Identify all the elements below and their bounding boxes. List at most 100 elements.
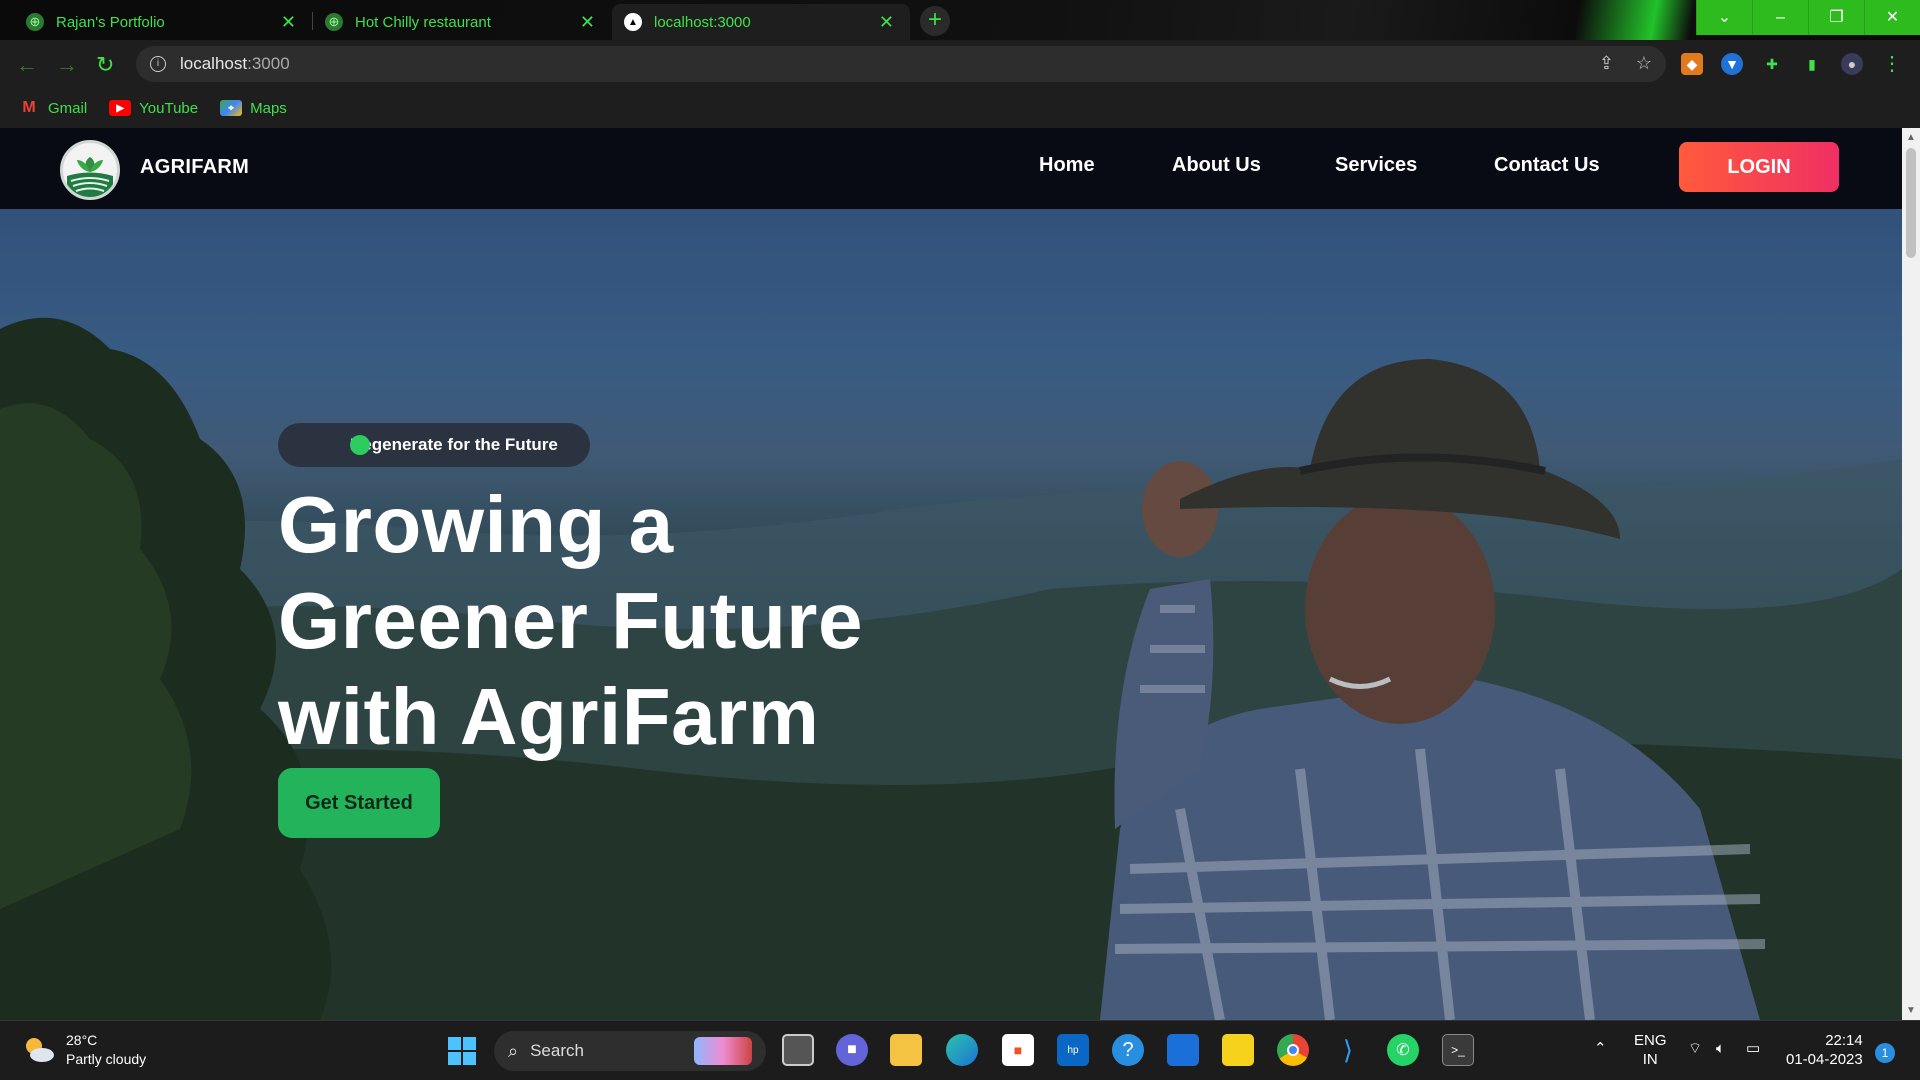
bookmark-star-icon[interactable]: ☆ — [1636, 53, 1652, 74]
clock[interactable]: 22:14 01-04-2023 — [1786, 1031, 1863, 1069]
hero-headline: Growing a Greener Future with AgriFarm — [278, 477, 978, 765]
lang-region: IN — [1642, 1051, 1658, 1068]
tab-title: localhost:3000 — [654, 13, 751, 31]
close-icon[interactable]: ✕ — [580, 12, 595, 33]
weather-desc: Partly cloudy — [66, 1051, 147, 1067]
headline-line-3: with AgriFarm — [278, 672, 820, 761]
nextjs-icon: ▲ — [624, 13, 642, 31]
weather-temp: 28°C — [66, 1032, 98, 1048]
back-icon[interactable]: ← — [16, 52, 38, 78]
myhp-icon[interactable]: hp — [1057, 1034, 1089, 1066]
close-window-icon[interactable]: ✕ — [1864, 0, 1920, 35]
browser-toolbar: ← → ↻ i localhost:3000 ⇪ ☆ ◆ ▼ ✚ ▮ ● ⋮ — [0, 40, 1920, 88]
partly-cloudy-icon — [26, 1038, 54, 1062]
bookmark-youtube[interactable]: ▶ YouTube — [109, 100, 198, 117]
headline-line-1: Growing a — [278, 480, 674, 569]
search-label: Search — [530, 1041, 584, 1060]
lang-code: ENG — [1634, 1032, 1667, 1049]
share-icon[interactable]: ⇪ — [1599, 53, 1614, 74]
search-icon: ⌕ — [508, 1040, 519, 1061]
bookmark-maps[interactable]: ⌖ Maps — [220, 100, 287, 117]
scroll-up-icon[interactable]: ▲ — [1906, 132, 1916, 143]
whatsapp-icon[interactable]: ✆ — [1387, 1034, 1419, 1066]
bookmark-gmail[interactable]: M Gmail — [18, 99, 88, 117]
vscode-icon[interactable]: ⟩ — [1332, 1034, 1364, 1066]
login-button[interactable]: LOGIN — [1679, 142, 1839, 192]
get-started-button[interactable]: Get Started — [278, 768, 440, 838]
terminal-icon[interactable]: >_ — [1442, 1034, 1474, 1066]
tab-search-icon[interactable]: ⌄ — [1696, 0, 1752, 35]
vpn-extension-icon[interactable]: ▼ — [1721, 53, 1743, 75]
page-scrollbar[interactable]: ▲ ▼ — [1902, 128, 1920, 1020]
url-text[interactable]: localhost:3000 — [180, 54, 290, 74]
bookmark-label: Maps — [250, 99, 287, 117]
tab-title: Rajan's Portfolio — [56, 13, 165, 31]
search-highlight-icon — [694, 1037, 752, 1065]
clock-time: 22:14 — [1825, 1032, 1863, 1049]
bookmark-label: YouTube — [139, 99, 199, 117]
bookmarks-bar: M Gmail ▶ YouTube ⌖ Maps — [0, 88, 1920, 128]
windows-start-icon[interactable] — [446, 1035, 478, 1067]
battery-icon[interactable]: ▭ — [1746, 1039, 1760, 1058]
edge-icon[interactable] — [946, 1034, 978, 1066]
bookmark-label: Gmail — [48, 99, 88, 117]
wifi-icon[interactable]: ⌔ — [1688, 1039, 1702, 1058]
nav-contact-us[interactable]: Contact Us — [1494, 154, 1600, 177]
metamask-icon[interactable]: ◆ — [1681, 53, 1703, 75]
minimize-icon[interactable]: – — [1752, 0, 1808, 35]
microsoft-store-icon[interactable]: ■ — [1002, 1034, 1034, 1066]
chrome-icon[interactable] — [1277, 1034, 1309, 1066]
nav-services[interactable]: Services — [1335, 154, 1417, 177]
leaf-logo-icon — [67, 157, 113, 197]
taskbar-search[interactable]: ⌕ Search — [494, 1031, 766, 1071]
file-explorer-icon[interactable] — [890, 1034, 922, 1066]
nav-home[interactable]: Home — [1039, 154, 1095, 177]
badge-dot — [350, 435, 370, 455]
nav-about-us[interactable]: About Us — [1172, 154, 1261, 177]
globe-icon: ⊕ — [325, 13, 343, 31]
windows-taskbar: 28°C Partly cloudy ⌕ Search ■ ■ hp ? ⟩ ✆… — [0, 1020, 1920, 1080]
forward-icon[interactable]: → — [56, 52, 78, 78]
close-icon[interactable]: ✕ — [879, 12, 894, 33]
tray-overflow-icon[interactable]: ⌃ — [1594, 1039, 1607, 1058]
gmail-icon: M — [22, 99, 36, 116]
close-icon[interactable]: ✕ — [281, 12, 296, 33]
site-info-icon[interactable]: i — [150, 56, 166, 72]
hero-badge: Regenerate for the Future — [278, 423, 590, 467]
scrollbar-thumb[interactable] — [1906, 148, 1916, 258]
tab-portfolio[interactable]: ⊕ Rajan's Portfolio ✕ — [14, 4, 312, 40]
tab-restaurant[interactable]: ⊕ Hot Chilly restaurant ✕ — [313, 4, 611, 40]
brand-name[interactable]: AGRIFARM — [140, 156, 249, 179]
globe-icon: ⊕ — [26, 13, 44, 31]
side-panel-icon[interactable]: ▮ — [1801, 53, 1823, 75]
sticky-notes-icon[interactable] — [1222, 1034, 1254, 1066]
page-viewport: AGRIFARM Home About Us Services Contact … — [0, 128, 1902, 1020]
clock-date: 01-04-2023 — [1786, 1051, 1863, 1068]
teams-chat-icon[interactable]: ■ — [836, 1034, 868, 1066]
address-bar[interactable]: i localhost:3000 ⇪ ☆ — [136, 46, 1666, 82]
extensions-puzzle-icon[interactable]: ✚ — [1761, 53, 1783, 75]
reload-icon[interactable]: ↻ — [96, 52, 114, 78]
task-view-icon[interactable] — [782, 1034, 814, 1066]
headline-line-2: Greener Future — [278, 576, 863, 665]
profile-avatar[interactable]: ● — [1841, 53, 1863, 75]
restore-icon[interactable]: ❐ — [1808, 0, 1864, 35]
tab-title: Hot Chilly restaurant — [355, 13, 491, 31]
maps-icon: ⌖ — [220, 100, 243, 116]
tab-localhost[interactable]: ▲ localhost:3000 ✕ — [612, 4, 910, 40]
agrifarm-logo[interactable] — [60, 140, 120, 200]
app-window-icon[interactable] — [1167, 1034, 1199, 1066]
site-navbar: AGRIFARM Home About Us Services Contact … — [0, 128, 1902, 209]
get-help-icon[interactable]: ? — [1112, 1034, 1144, 1066]
new-tab-button[interactable]: + — [920, 6, 950, 36]
window-controls: ⌄ – ❐ ✕ — [1696, 0, 1920, 35]
badge-text: Regenerate for the Future — [350, 435, 558, 454]
hero-section: Regenerate for the Future Growing a Gree… — [0, 209, 1902, 1020]
weather-widget[interactable]: 28°C Partly cloudy — [22, 1031, 146, 1069]
volume-icon[interactable]: 🔈︎ — [1716, 1039, 1725, 1058]
notification-badge[interactable]: 1 — [1875, 1043, 1895, 1063]
browser-tab-bar: ⊕ Rajan's Portfolio ✕ ⊕ Hot Chilly resta… — [0, 0, 1920, 40]
menu-kebab-icon[interactable]: ⋮ — [1881, 53, 1903, 75]
scroll-down-icon[interactable]: ▼ — [1906, 1005, 1916, 1016]
language-indicator[interactable]: ENG IN — [1634, 1031, 1667, 1069]
